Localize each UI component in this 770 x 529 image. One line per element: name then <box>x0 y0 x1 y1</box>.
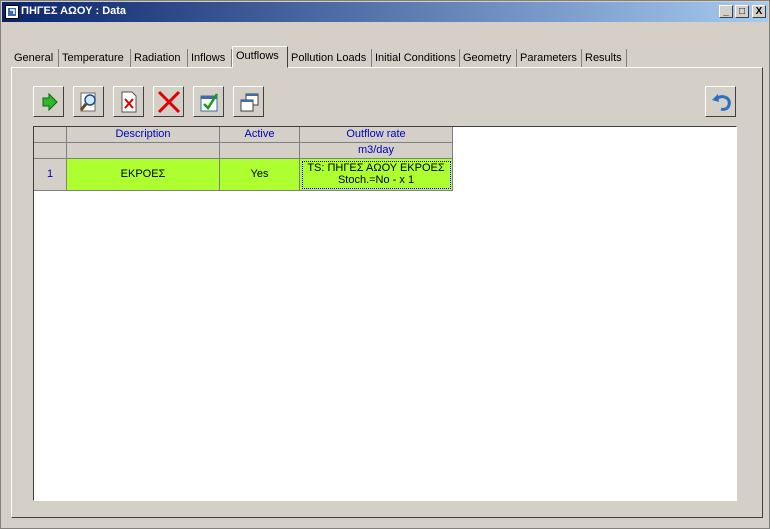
title-bar[interactable]: ΠΗΓΕΣ ΑΩΟΥ : Data _ □ X <box>2 2 768 22</box>
red-x-icon <box>157 90 181 114</box>
window-title: ΠΗΓΕΣ ΑΩΟΥ : Data <box>21 5 127 17</box>
column-header-outflow-rate[interactable]: Outflow rate <box>300 127 453 143</box>
tab-general[interactable]: General <box>11 49 59 67</box>
remove-button[interactable] <box>153 86 184 117</box>
close-button[interactable]: X <box>752 5 766 18</box>
cell-active[interactable]: Yes <box>220 159 300 191</box>
minimize-button[interactable]: _ <box>719 5 733 18</box>
outflow-stoch-label: Stoch.=No - x 1 <box>337 174 415 186</box>
view-button[interactable] <box>73 86 104 117</box>
unit-active <box>220 143 300 159</box>
outflow-timeseries-label: TS: ΠΗΓΕΣ ΑΩΟΥ ΕΚΡΟΕΣ <box>307 162 445 174</box>
maximize-button[interactable]: □ <box>735 5 749 18</box>
corner-header <box>34 127 67 143</box>
column-header-active[interactable]: Active <box>220 127 300 143</box>
row-number[interactable]: 1 <box>34 159 67 191</box>
checklist-icon <box>200 93 219 112</box>
add-button[interactable] <box>33 86 64 117</box>
undo-arrow-icon <box>712 94 731 111</box>
cell-description[interactable]: ΕΚΡΟΕΣ <box>67 159 220 191</box>
green-arrow-icon <box>42 92 58 112</box>
tab-parameters[interactable]: Parameters <box>517 49 582 67</box>
tab-pollution-loads[interactable]: Pollution Loads <box>288 49 372 67</box>
copy-windows-icon <box>240 93 259 112</box>
tab-inflows[interactable]: Inflows <box>188 49 232 67</box>
tab-results[interactable]: Results <box>582 49 627 67</box>
unit-row-corner <box>34 143 67 159</box>
delete-doc-icon <box>121 91 137 113</box>
copy-button[interactable] <box>233 86 264 117</box>
tab-initial-conditions[interactable]: Initial Conditions <box>372 49 460 67</box>
magnify-icon <box>79 92 96 112</box>
tab-geometry[interactable]: Geometry <box>460 49 517 67</box>
column-header-description[interactable]: Description <box>67 127 220 143</box>
cell-outflow-rate[interactable]: TS: ΠΗΓΕΣ ΑΩΟΥ ΕΚΡΟΕΣ Stoch.=No - x 1 <box>300 159 453 191</box>
delete-record-button[interactable] <box>113 86 144 117</box>
undo-button[interactable] <box>705 86 736 117</box>
app-icon <box>5 5 19 19</box>
outflows-table[interactable]: Description Active Outflow rate m3/day 1… <box>33 126 737 501</box>
unit-description <box>67 143 220 159</box>
check-button[interactable] <box>193 86 224 117</box>
app-window: ΠΗΓΕΣ ΑΩΟΥ : Data _ □ X General Temperat… <box>0 0 770 529</box>
unit-outflow-rate: m3/day <box>300 143 453 159</box>
tab-radiation[interactable]: Radiation <box>131 49 188 67</box>
tab-outflows[interactable]: Outflows <box>232 46 288 68</box>
tab-temperature[interactable]: Temperature <box>59 49 131 67</box>
